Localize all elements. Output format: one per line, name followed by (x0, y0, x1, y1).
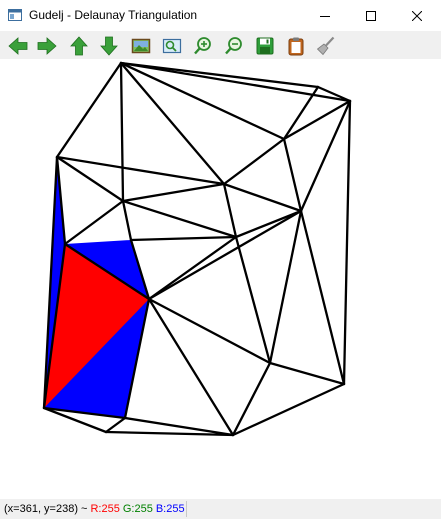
close-icon (412, 10, 422, 21)
broom-icon (316, 36, 335, 56)
triangulation-edge (63, 199, 125, 246)
triangulation-edge (119, 61, 352, 103)
triangulation-edge (342, 99, 352, 386)
arrow-left-icon (8, 37, 28, 55)
drawing-canvas[interactable] (0, 59, 441, 499)
zoom-in-button[interactable] (191, 34, 215, 58)
arrow-left-button[interactable] (6, 34, 30, 58)
arrow-down-button[interactable] (97, 34, 121, 58)
triangulation-edge (121, 199, 238, 239)
triangulation-edge (104, 416, 127, 434)
triangulation-edge (147, 297, 235, 437)
picture-frame-icon (162, 38, 182, 54)
triangulation-edge (282, 85, 320, 141)
triangulation-edge (121, 182, 226, 203)
toolbar (0, 31, 441, 59)
triangulation-edge (147, 235, 238, 301)
save-icon (256, 37, 274, 55)
triangulation-edge (121, 199, 133, 242)
triangulation-edge (119, 61, 226, 186)
triangulation-edge (231, 361, 272, 437)
triangulation-edge (55, 155, 226, 186)
triangulation-edge (147, 209, 303, 301)
broom-button[interactable] (314, 34, 338, 58)
triangulation-edge (299, 209, 346, 386)
status-bar: (x=361, y=238) ~ R:255 G:255 B:255 (0, 499, 441, 519)
window-title: Gudelj - Delaunay Triangulation (29, 8, 198, 22)
status-green-value: G:255 (122, 503, 153, 515)
triangulation-edge (55, 61, 123, 159)
arrow-right-button[interactable] (35, 34, 59, 58)
triangulation-edge (222, 182, 238, 239)
triangulation-edge (234, 209, 303, 239)
status-separator (186, 501, 187, 517)
close-button[interactable] (394, 0, 440, 31)
triangulation-edge (268, 209, 303, 365)
picture-frame-button[interactable] (160, 34, 184, 58)
triangulation-edge (147, 297, 272, 365)
image-icon (131, 38, 151, 54)
arrow-up-button[interactable] (67, 34, 91, 58)
triangulation-edge (282, 99, 352, 141)
minimize-icon (320, 15, 330, 17)
triangulation-edge (119, 61, 286, 141)
triangulation-edge (222, 137, 286, 186)
triangulation-svg (42, 61, 352, 437)
triangulation-edge (119, 61, 320, 89)
triangulation-edge (119, 61, 125, 203)
save-button[interactable] (253, 34, 277, 58)
triangulation-edge (231, 382, 346, 437)
clipboard-icon (288, 37, 304, 56)
zoom-out-button[interactable] (222, 34, 246, 58)
maximize-button[interactable] (348, 0, 394, 31)
maximize-icon (366, 10, 376, 21)
triangulation-edge (234, 235, 272, 365)
zoom-in-icon (194, 37, 211, 55)
triangulation-edge (299, 99, 352, 213)
image-button[interactable] (129, 34, 153, 58)
triangulation-edge (282, 137, 303, 213)
triangulation-edge (55, 155, 125, 203)
arrow-right-icon (37, 37, 57, 55)
triangulation-edge (129, 235, 238, 242)
clipboard-button[interactable] (284, 34, 308, 58)
minimize-button[interactable] (302, 0, 348, 31)
triangulation-edge (268, 361, 346, 386)
arrow-down-icon (100, 36, 118, 56)
title-bar: Gudelj - Delaunay Triangulation (0, 0, 441, 31)
zoom-out-icon (225, 37, 242, 55)
status-coordinates: (x=361, y=238) ~ (4, 503, 88, 515)
status-red-value: R:255 (90, 503, 120, 515)
app-icon (8, 9, 22, 21)
triangulation-edge (222, 182, 303, 213)
status-blue-value: B:255 (155, 503, 185, 515)
arrow-up-icon (70, 36, 88, 56)
